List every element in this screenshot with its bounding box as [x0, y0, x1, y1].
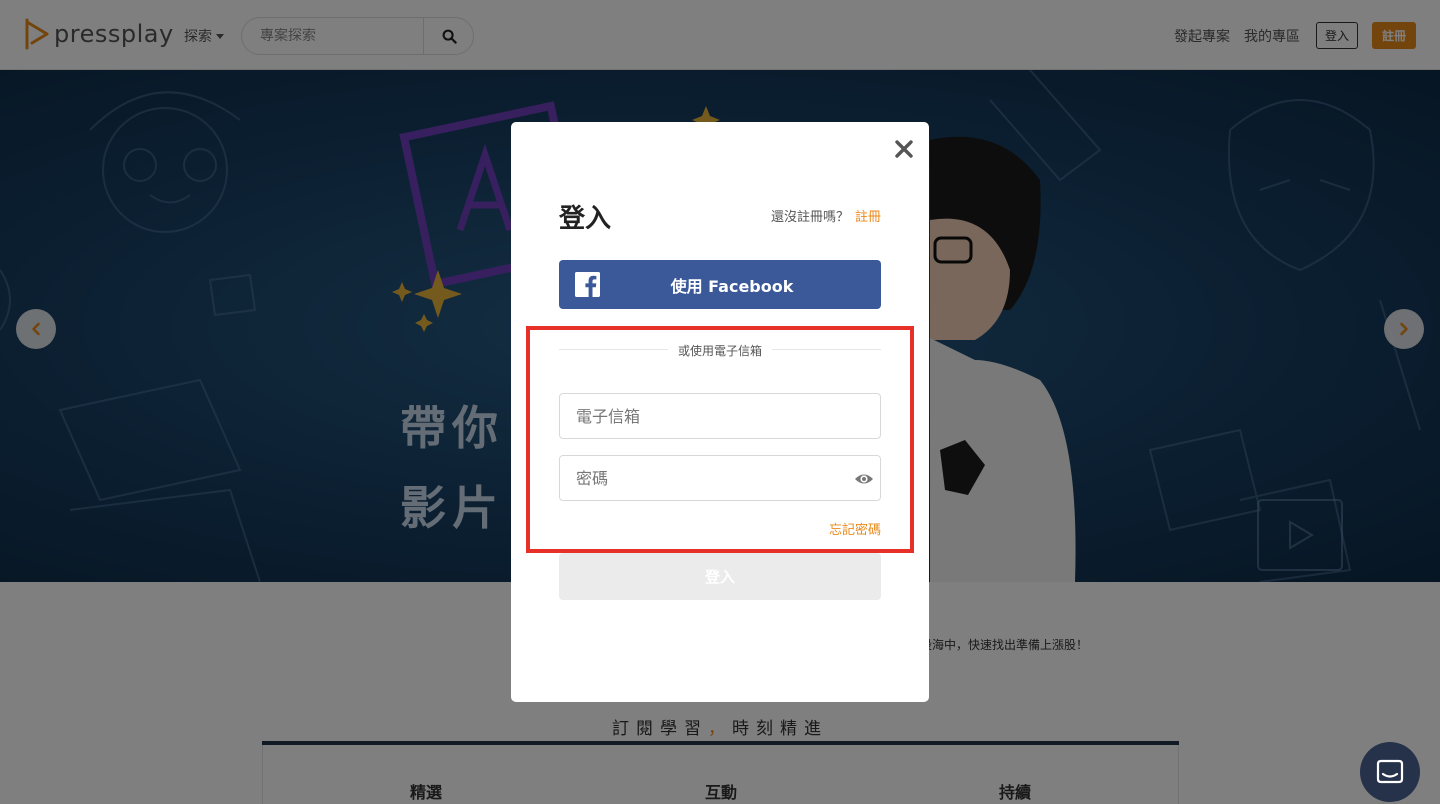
- password-input[interactable]: [560, 456, 880, 500]
- signup-link[interactable]: 註冊: [855, 206, 881, 225]
- eye-icon[interactable]: [854, 470, 874, 488]
- email-input[interactable]: [560, 394, 880, 438]
- password-field: [559, 455, 881, 501]
- email-divider: 或使用電子信箱: [511, 340, 929, 359]
- close-icon: [895, 140, 913, 158]
- facebook-icon: [575, 272, 600, 297]
- facebook-button-label: 使用 Facebook: [670, 276, 794, 296]
- facebook-login-button[interactable]: 使用 Facebook: [559, 260, 881, 309]
- login-submit-button[interactable]: 登入: [559, 553, 881, 600]
- divider-text: 或使用電子信箱: [667, 344, 772, 358]
- modal-close-button[interactable]: [893, 138, 915, 160]
- signup-prompt: 還沒註冊嗎？ 註冊: [771, 206, 881, 225]
- chat-icon: [1376, 759, 1404, 784]
- forgot-password-link[interactable]: 忘記密碼: [829, 519, 881, 538]
- chat-launcher-button[interactable]: [1360, 742, 1420, 802]
- modal-title: 登入: [559, 204, 612, 234]
- email-field: [559, 393, 881, 439]
- signup-prompt-text: 還沒註冊嗎？: [770, 210, 849, 225]
- login-modal: 登入 還沒註冊嗎？ 註冊 使用 Facebook 或使用電子信箱 忘記密碼 登入: [511, 122, 929, 702]
